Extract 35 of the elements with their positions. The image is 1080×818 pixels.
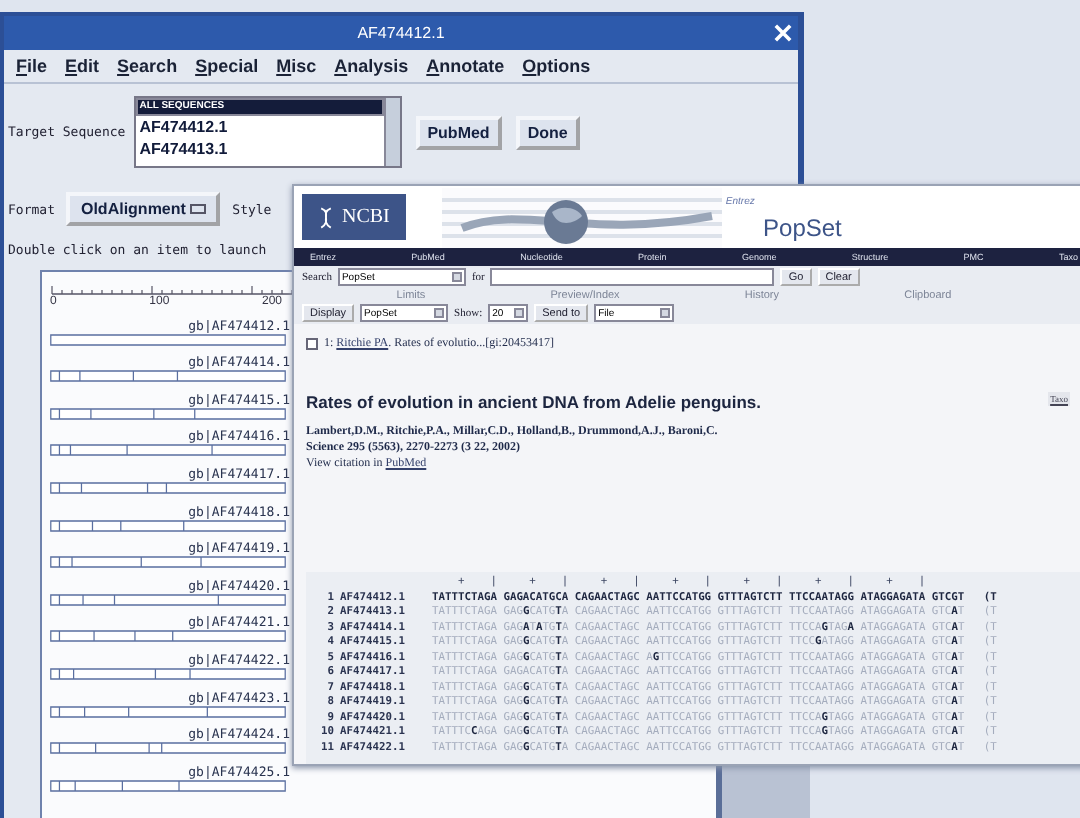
- menu-item[interactable]: Options: [522, 56, 591, 76]
- menu-item[interactable]: File: [16, 56, 48, 76]
- ncbi-logo: NCBI: [302, 194, 406, 240]
- track-bar[interactable]: [50, 630, 286, 643]
- track-bar[interactable]: [50, 779, 286, 792]
- checkbox[interactable]: [306, 338, 318, 350]
- menu-item[interactable]: Analysis: [334, 56, 409, 76]
- track-bar[interactable]: [50, 742, 286, 755]
- menu-item[interactable]: Edit: [65, 56, 100, 76]
- track-bar[interactable]: [50, 593, 286, 606]
- menu-item[interactable]: Misc: [276, 56, 317, 76]
- banner-title: PopSet: [763, 213, 842, 241]
- sequence-item[interactable]: AF474412.1: [135, 116, 384, 138]
- window-title: AF474412.1: [357, 24, 445, 42]
- menu-item[interactable]: Special: [195, 56, 259, 76]
- track-bar[interactable]: [50, 481, 286, 494]
- scrollbar[interactable]: [716, 764, 810, 818]
- track-bar[interactable]: [50, 705, 286, 718]
- sequence-item[interactable]: AF474413.1: [135, 138, 384, 160]
- track-bar[interactable]: [50, 667, 286, 680]
- article-title: Rates of evolution in ancient DNA from Adelie penguins.: [306, 392, 761, 412]
- search-field[interactable]: [490, 268, 775, 286]
- scrollbar[interactable]: [383, 98, 400, 166]
- dialog-button[interactable]: PubMed: [415, 115, 502, 149]
- track-bar[interactable]: [50, 444, 286, 457]
- track-bar[interactable]: [50, 556, 286, 569]
- track-bar[interactable]: [50, 407, 286, 420]
- track-bar[interactable]: [50, 370, 286, 383]
- format-menu[interactable]: OldAlignment: [66, 192, 221, 226]
- track-bar[interactable]: [50, 333, 286, 346]
- close-icon[interactable]: [774, 24, 792, 42]
- dialog-button[interactable]: Done: [515, 115, 580, 149]
- track-bar[interactable]: [50, 519, 286, 532]
- menu-item[interactable]: Annotate: [426, 56, 505, 76]
- menu-item[interactable]: Search: [117, 56, 178, 76]
